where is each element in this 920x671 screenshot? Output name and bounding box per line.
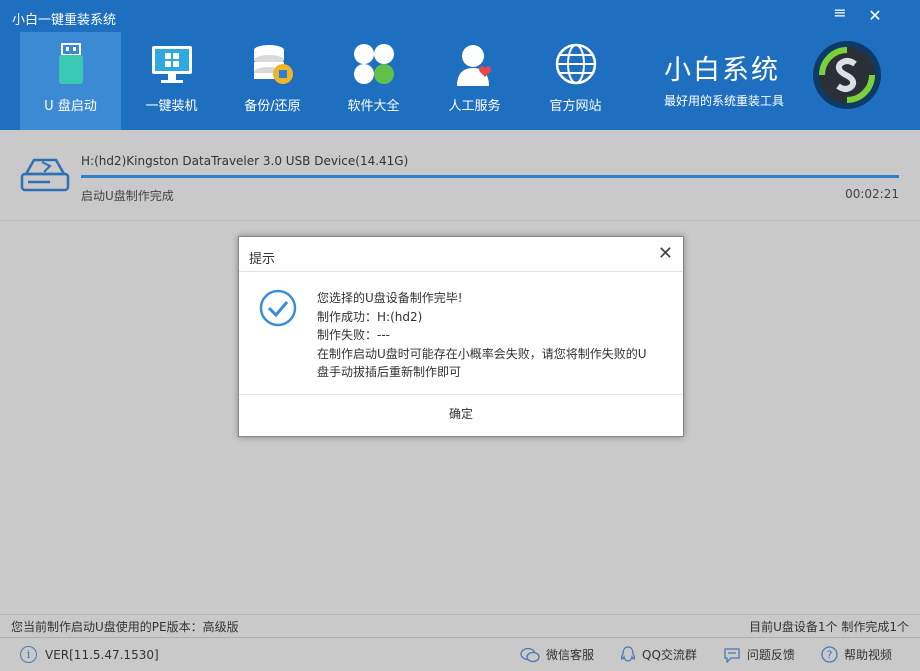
tab-label: 人工服务	[448, 99, 501, 114]
check-circle-icon	[259, 289, 297, 327]
prompt-dialog: 提示 ✕ 您选择的U盘设备制作完毕! 制作成功：H:(hd2) 制作失败：---…	[238, 236, 684, 437]
progress-fill	[81, 175, 899, 178]
svg-text:?: ?	[827, 649, 833, 662]
link-label: 微信客服	[546, 648, 595, 662]
close-window-button[interactable]: ✕	[866, 6, 884, 25]
tab-manual-service[interactable]: 人工服务	[424, 32, 525, 130]
device-count-status: 目前U盘设备1个 制作完成1个	[749, 620, 909, 634]
footer: i VER[11.5.47.1530] 微信客服 QQ交流群 问题反馈 ? 帮助…	[0, 637, 920, 671]
drive-icon	[20, 158, 70, 192]
tab-official-site[interactable]: 官方网站	[525, 32, 626, 130]
confirm-button[interactable]: 确定	[239, 395, 683, 435]
dialog-message-line: 制作失败：---	[317, 328, 390, 342]
device-row: H:(hd2)Kingston DataTraveler 3.0 USB Dev…	[0, 130, 920, 221]
dialog-close-button[interactable]: ✕	[658, 243, 673, 264]
dialog-message-line: 在制作启动U盘时可能存在小概率会失败，请您将制作失败的U	[317, 346, 647, 361]
brand-name: 小白系统	[664, 55, 780, 86]
app-header: 小白一键重装系统 ≡ ✕ U 盘启动 一键装机 备份/还原 软件大全 人工服务 …	[0, 0, 920, 130]
dialog-message-line: 盘手动拔插后重新制作即可	[317, 365, 462, 379]
status-bar: 您当前制作启动U盘使用的PE版本：高级版 目前U盘设备1个 制作完成1个	[0, 614, 920, 637]
logo-icon	[813, 41, 881, 109]
usb-icon	[59, 43, 83, 84]
dialog-message-line: 您选择的U盘设备制作完毕!	[317, 291, 463, 305]
tab-usb-boot[interactable]: U 盘启动	[20, 32, 121, 130]
tab-label: 备份/还原	[244, 99, 301, 114]
elapsed-time: 00:02:21	[845, 187, 899, 201]
link-label: 帮助视频	[843, 648, 892, 662]
pe-version-status: 您当前制作启动U盘使用的PE版本：高级版	[11, 620, 239, 634]
feedback-link[interactable]: 问题反馈	[723, 646, 795, 663]
windows-monitor-icon	[152, 46, 192, 83]
dialog-message-line: 制作成功：H:(hd2)	[317, 309, 423, 324]
menu-icon[interactable]: ≡	[831, 3, 849, 22]
tab-backup-restore[interactable]: 备份/还原	[222, 32, 323, 130]
divider	[239, 271, 683, 272]
qq-group-link[interactable]: QQ交流群	[620, 646, 697, 663]
app-title: 小白一键重装系统	[12, 13, 117, 28]
link-label: QQ交流群	[642, 648, 697, 662]
help-icon: ?	[821, 646, 838, 663]
wechat-icon	[520, 647, 540, 662]
database-icon	[254, 45, 293, 84]
tab-label: 软件大全	[347, 99, 400, 114]
device-status: 启动U盘制作完成	[81, 189, 174, 203]
help-video-link[interactable]: ? 帮助视频	[821, 646, 892, 663]
qq-icon	[620, 646, 636, 662]
tab-one-click-install[interactable]: 一键装机	[121, 32, 222, 130]
dialog-message: 您选择的U盘设备制作完毕! 制作成功：H:(hd2) 制作失败：--- 在制作启…	[317, 289, 647, 382]
device-name: H:(hd2)Kingston DataTraveler 3.0 USB Dev…	[81, 154, 409, 168]
tab-label: 一键装机	[145, 99, 198, 114]
apps-icon	[354, 44, 394, 84]
main-nav: U 盘启动 一键装机 备份/还原 软件大全 人工服务 官方网站	[20, 32, 626, 130]
user-heart-icon	[457, 45, 491, 86]
version-text: VER[11.5.47.1530]	[45, 647, 159, 662]
footer-links: 微信客服 QQ交流群 问题反馈 ? 帮助视频	[520, 646, 892, 663]
tab-software[interactable]: 软件大全	[323, 32, 424, 130]
dialog-title: 提示	[249, 252, 276, 267]
brand-slogan: 最好用的系统重装工具	[664, 94, 785, 108]
link-label: 问题反馈	[746, 648, 795, 662]
info-icon: i	[20, 646, 37, 663]
globe-icon	[555, 43, 597, 85]
feedback-icon	[724, 647, 740, 663]
wechat-service-link[interactable]: 微信客服	[520, 646, 594, 663]
tab-label: U 盘启动	[44, 99, 97, 114]
progress-bar	[81, 175, 899, 178]
main-content: H:(hd2)Kingston DataTraveler 3.0 USB Dev…	[0, 130, 920, 614]
version-info: i VER[11.5.47.1530]	[20, 646, 159, 663]
tab-label: 官方网站	[549, 99, 602, 114]
